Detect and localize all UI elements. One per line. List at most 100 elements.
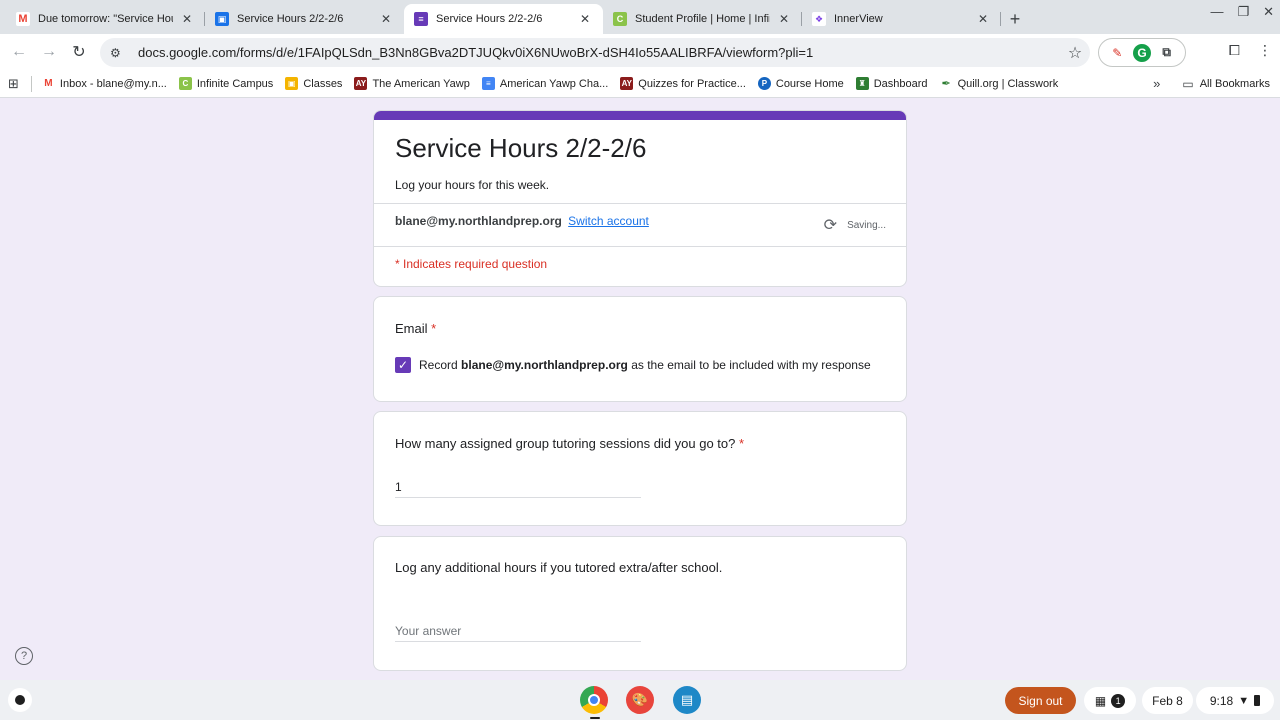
close-icon[interactable]: ✕ [975,11,991,27]
notification-badge: 1 [1111,693,1126,708]
tab-title: Service Hours 2/2-2/6 [436,13,543,25]
side-panel-icon[interactable]: ⧠ [1229,42,1240,59]
form-header-card: Service Hours 2/2-2/6 Log your hours for… [373,110,907,287]
close-icon[interactable]: ✕ [577,11,593,27]
back-button[interactable]: ← [4,37,34,67]
checkbox-suffix: as the email to be included with my resp… [627,358,871,372]
question-label: How many assigned group tutoring session… [395,436,736,451]
forward-button[interactable]: → [34,37,64,67]
close-icon[interactable]: ✕ [776,11,792,27]
restore-icon[interactable]: ❐ [1237,4,1249,20]
status-tray[interactable]: 9:18 ▼ [1196,687,1274,714]
battery-icon [1254,695,1261,706]
infinite-campus-icon: C [613,12,627,26]
additional-hours-input[interactable]: Your answer [395,620,641,642]
wifi-icon: ▼ [1238,694,1250,707]
more-menu-icon[interactable]: ⋮ [1258,42,1272,59]
reload-button[interactable]: ↻ [64,37,94,67]
tab-infinite-campus[interactable]: C Student Profile | Home | Infinite ✕ [603,4,802,34]
saving-label: Saving... [847,219,886,231]
launcher-button[interactable] [8,688,32,712]
browser-toolbar: ← → ↻ ⚙ docs.google.com/forms/d/e/1FAIpQ… [0,34,1280,70]
required-note: * Indicates required question [395,257,548,271]
bookmark-label: Inbox - blane@my.n... [59,77,167,90]
tab-strip: M Due tomorrow: "Service Hours 2 ✕ ▣ Ser… [0,0,1280,34]
checkmark-icon: ✓ [397,358,409,372]
checkbox-prefix: Record [419,358,462,372]
yawp-icon: AY [620,77,634,90]
bookmark-american-yawp-chapter[interactable]: ≡ American Yawp Cha... [481,77,608,90]
chrome-app-icon[interactable] [580,686,608,714]
grammarly-icon[interactable]: G [1132,43,1151,62]
all-bookmarks-button[interactable]: ▭ All Bookmarks [1182,77,1270,91]
window-controls: — ❐ ✕ [1210,4,1274,20]
bookmark-dashboard[interactable]: ♜ Dashboard [855,77,928,90]
question-title: Email * [395,321,436,336]
chrome-center [588,694,600,706]
bookmark-label: Infinite Campus [196,77,274,90]
notification-tray[interactable]: ▦ 1 [1084,687,1136,714]
folder-icon: ▭ [1182,76,1194,91]
new-tab-button[interactable]: + [1001,4,1029,34]
tab-separator [1000,12,1001,26]
forms-icon: ≡ [414,12,428,26]
question-label: Log any additional hours if you tutored … [395,560,723,575]
question-title: Log any additional hours if you tutored … [395,560,722,575]
tab-forms[interactable]: ≡ Service Hours 2/2-2/6 ✕ [404,4,603,34]
date-pill[interactable]: Feb 8 [1142,687,1193,714]
bookmark-quizzes[interactable]: AY Quizzes for Practice... [620,77,746,90]
docs-icon: ≡ [481,77,495,90]
tab-classroom[interactable]: ▣ Service Hours 2/2-2/6 ✕ [205,4,404,34]
running-indicator [590,717,600,719]
close-window-icon[interactable]: ✕ [1263,4,1274,20]
canvas-app-icon[interactable]: 🎨 [626,686,654,714]
bookmark-label: Classes [303,77,343,90]
bookmarks-right: » ▭ All Bookmarks [1153,76,1270,91]
tab-title: InnerView [834,13,883,25]
apps-grid-icon[interactable]: ⊞ [8,76,19,92]
help-icon[interactable]: ? [15,647,33,665]
infinite-campus-icon: C [178,77,192,90]
bookmark-classes[interactable]: ▣ Classes [285,77,342,90]
url-text[interactable]: docs.google.com/forms/d/e/1FAIpQLSdn_B3N… [138,45,1060,60]
toolbar-right: ⧠ ⋮ [1229,42,1272,59]
extensions-puzzle-icon[interactable]: ⧉ [1158,44,1176,62]
account-email: blane@my.northlandprep.org [395,214,562,228]
innerview-icon: ❖ [812,12,826,26]
bookmark-star-icon[interactable]: ☆ [1060,43,1090,63]
pen-extension-icon[interactable]: ✎ [1108,44,1126,62]
tab-gmail[interactable]: M Due tomorrow: "Service Hours 2 ✕ [6,4,205,34]
tutoring-sessions-question-card: How many assigned group tutoring session… [373,411,907,526]
tab-innerview[interactable]: ❖ InnerView ✕ [802,4,1001,34]
quill-icon: ✒ [939,77,953,90]
close-icon[interactable]: ✕ [378,11,394,27]
site-info-icon[interactable]: ⚙ [110,46,130,60]
bookmark-american-yawp[interactable]: AY The American Yawp [354,77,470,90]
switch-account-link[interactable]: Switch account [568,214,649,228]
address-bar[interactable]: ⚙ docs.google.com/forms/d/e/1FAIpQLSdn_B… [100,38,1090,67]
minimize-icon[interactable]: — [1210,4,1223,20]
bookmarks-bar: ⊞ M Inbox - blane@my.n... C Infinite Cam… [0,70,1280,98]
tab-title: Due tomorrow: "Service Hours 2 [38,13,173,25]
additional-hours-question-card: Log any additional hours if you tutored … [373,536,907,671]
classroom-app-icon[interactable]: ▤ [673,686,701,714]
bookmark-infinite-campus[interactable]: C Infinite Campus [178,77,274,90]
bookmark-label: Dashboard [873,77,928,90]
time-label: 9:18 [1209,693,1234,708]
tutoring-sessions-input[interactable]: 1 [395,476,641,498]
bookmark-inbox[interactable]: M Inbox - blane@my.n... [41,77,167,90]
bookmark-label: Quill.org | Classwork [957,77,1059,90]
record-email-label: Record blane@my.northlandprep.org as the… [419,358,871,372]
form-accent-bar [374,111,906,120]
record-email-checkbox[interactable]: ✓ [395,357,411,373]
bookmark-quill[interactable]: ✒ Quill.org | Classwork [939,77,1059,90]
saving-status: ⟳ Saving... [824,215,886,235]
system-shelf: 🎨 ▤ Sign out ▦ 1 Feb 8 9:18 ▼ [0,680,1280,720]
sign-out-button[interactable]: Sign out [1005,687,1076,714]
close-icon[interactable]: ✕ [179,11,195,27]
classroom-icon: ▣ [285,77,299,90]
bookmark-course-home[interactable]: P Course Home [757,77,844,90]
classroom-icon: ▣ [215,12,229,26]
question-title: How many assigned group tutoring session… [395,436,744,451]
more-bookmarks-icon[interactable]: » [1153,76,1160,91]
